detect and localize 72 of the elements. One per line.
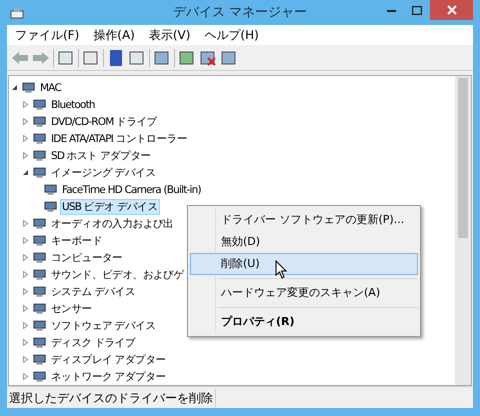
tree-item[interactable]: IDE ATA/ATAPI コントローラー: [49, 130, 189, 146]
device-icon: [33, 98, 47, 111]
mouse-cursor-icon: [275, 260, 288, 279]
device-icon: [22, 81, 36, 94]
tree-item[interactable]: SD ホスト アダプター: [49, 148, 153, 164]
device-icon: [33, 302, 47, 315]
tree-item[interactable]: USB ビデオ デバイス: [60, 198, 160, 214]
window-title: デバイス マネージャー: [172, 4, 308, 22]
tree-item[interactable]: コンピューター: [49, 250, 124, 266]
tree-item[interactable]: システム デバイス: [49, 284, 138, 300]
tree-item[interactable]: オーディオの入力および出: [49, 216, 176, 232]
collapsed-arrow-icon[interactable]: [22, 288, 29, 295]
collapsed-arrow-icon[interactable]: [22, 305, 29, 312]
device-icon: [44, 183, 58, 196]
device-icon: [33, 268, 47, 281]
collapsed-arrow-icon[interactable]: [22, 101, 29, 108]
scrollbar-thumb[interactable]: [458, 78, 468, 238]
maximize-icon: [412, 6, 422, 14]
expanded-arrow-icon[interactable]: [22, 169, 29, 176]
context-menu-item[interactable]: ドライバー ソフトウェアの更新(P)...: [190, 209, 418, 231]
menu-item[interactable]: ファイル(F): [15, 26, 80, 44]
tree-item[interactable]: Bluetooth: [49, 96, 97, 112]
tree-item[interactable]: ネットワーク アダプター: [49, 368, 168, 384]
context-menu-item[interactable]: 無効(D): [190, 231, 418, 253]
collapsed-arrow-icon[interactable]: [22, 373, 29, 380]
tree-item[interactable]: DVD/CD-ROM ドライブ: [49, 114, 159, 130]
collapsed-arrow-icon[interactable]: [22, 339, 29, 346]
collapsed-arrow-icon[interactable]: [22, 135, 29, 142]
device-icon: [33, 166, 47, 179]
tree-item[interactable]: イメージング デバイス: [49, 164, 158, 180]
forward-arrow-icon[interactable]: [32, 50, 50, 64]
collapsed-arrow-icon[interactable]: [22, 356, 29, 363]
expanded-arrow-icon[interactable]: [11, 84, 18, 91]
tree-item[interactable]: MAC: [38, 80, 63, 96]
menu-item[interactable]: 表示(V): [148, 26, 190, 44]
tree-item[interactable]: ディスプレイ アダプター: [49, 352, 168, 368]
tree-item[interactable]: ソフトウェア デバイス: [49, 318, 158, 334]
device-icon: [33, 251, 47, 264]
device-icon: [33, 336, 47, 349]
collapsed-arrow-icon[interactable]: [22, 220, 29, 227]
menu-item[interactable]: 操作(A): [93, 26, 135, 44]
tree-item[interactable]: FaceTime HD Camera (Built-in): [60, 182, 203, 198]
tree-item[interactable]: ディスク ドライブ: [49, 334, 138, 350]
back-arrow-icon[interactable]: [11, 50, 29, 64]
collapsed-arrow-icon[interactable]: [22, 271, 29, 278]
close-icon: [446, 5, 456, 15]
tree-item[interactable]: キーボード: [49, 232, 104, 248]
device-icon: [33, 370, 47, 383]
device-icon: [33, 319, 47, 332]
context-menu-item[interactable]: ハードウェア変更のスキャン(A): [190, 282, 418, 304]
minimize-icon: [386, 8, 396, 12]
app-icon: [9, 4, 25, 20]
menu-item[interactable]: ヘルプ(H): [204, 26, 259, 44]
device-icon: [33, 115, 47, 128]
collapsed-arrow-icon[interactable]: [22, 254, 29, 261]
collapsed-arrow-icon[interactable]: [22, 322, 29, 329]
collapsed-arrow-icon[interactable]: [22, 152, 29, 159]
device-icon: [33, 353, 47, 366]
tree-item[interactable]: サウンド、ビデオ、およびゲ: [49, 266, 186, 282]
status-bar-text: 選択したデバイスのドライバーを削除: [7, 388, 216, 406]
device-icon: [33, 217, 47, 230]
device-icon: [33, 149, 47, 162]
collapsed-arrow-icon[interactable]: [22, 118, 29, 125]
device-icon: [33, 132, 47, 145]
close-button[interactable]: [430, 0, 473, 20]
collapsed-arrow-icon[interactable]: [22, 237, 29, 244]
tree-item[interactable]: センサー: [49, 300, 94, 316]
device-icon: [33, 234, 47, 247]
scrollbar[interactable]: [455, 76, 471, 385]
device-icon: [33, 285, 47, 298]
context-menu-item[interactable]: プロパティ(R): [190, 311, 418, 333]
device-icon: [44, 200, 58, 213]
